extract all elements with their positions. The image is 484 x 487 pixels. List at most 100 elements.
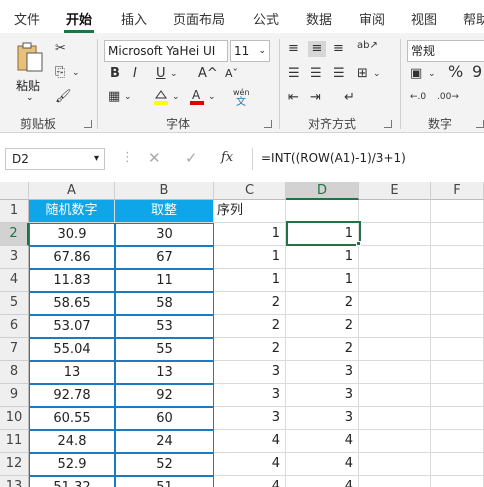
font-launcher-icon[interactable] — [264, 120, 272, 128]
row-header-2[interactable]: 2 — [0, 223, 29, 246]
cell-a2[interactable]: 30.9 — [29, 223, 115, 246]
grow-font-button[interactable]: A^ — [198, 66, 218, 82]
cell-e7[interactable] — [359, 338, 431, 361]
fill-color-dropdown-icon[interactable]: ⌄ — [172, 89, 180, 105]
increase-indent-icon[interactable]: ⇥ — [310, 90, 321, 106]
formula-input[interactable]: =INT((ROW(A1)-1)/3+1) — [252, 148, 484, 170]
cell-d8[interactable]: 3 — [286, 361, 359, 384]
borders-dropdown-icon[interactable]: ⌄ — [124, 89, 132, 105]
cell-f4[interactable] — [431, 269, 484, 292]
cell-a4[interactable]: 11.83 — [29, 269, 115, 292]
copy-icon[interactable]: ⎘ — [55, 65, 65, 81]
tab-formulas[interactable]: 公式 — [253, 9, 279, 28]
cell-d10[interactable]: 3 — [286, 407, 359, 430]
cell-d4[interactable]: 1 — [286, 269, 359, 292]
cell-b13[interactable]: 51 — [115, 476, 214, 487]
cell-a10[interactable]: 60.55 — [29, 407, 115, 430]
cell-d5[interactable]: 2 — [286, 292, 359, 315]
cell-c13[interactable]: 4 — [214, 476, 286, 487]
cell-c12[interactable]: 4 — [214, 453, 286, 476]
cell-e5[interactable] — [359, 292, 431, 315]
cell-b8[interactable]: 13 — [115, 361, 214, 384]
number-launcher-icon[interactable] — [476, 120, 484, 128]
clipboard-launcher-icon[interactable] — [84, 120, 92, 128]
fill-color-icon[interactable] — [152, 88, 170, 106]
cell-f5[interactable] — [431, 292, 484, 315]
cell-c7[interactable]: 2 — [214, 338, 286, 361]
cell-b10[interactable]: 60 — [115, 407, 214, 430]
row-header-12[interactable]: 12 — [0, 453, 29, 476]
cell-a12[interactable]: 52.9 — [29, 453, 115, 476]
orientation-icon[interactable]: ab↗ — [357, 38, 378, 54]
cell-f10[interactable] — [431, 407, 484, 430]
cell-b1[interactable]: 取整 — [115, 200, 214, 223]
row-header-6[interactable]: 6 — [0, 315, 29, 338]
copy-dropdown-icon[interactable]: ⌄ — [72, 65, 80, 81]
tab-help[interactable]: 帮助 — [463, 9, 484, 28]
cell-a5[interactable]: 58.65 — [29, 292, 115, 315]
row-header-8[interactable]: 8 — [0, 361, 29, 384]
name-box[interactable]: D2 ▾ — [5, 148, 105, 170]
cell-f3[interactable] — [431, 246, 484, 269]
align-left-icon[interactable]: ☰ — [288, 66, 300, 82]
font-name-select[interactable]: Microsoft YaHei UI — [104, 40, 228, 62]
cell-c8[interactable]: 3 — [214, 361, 286, 384]
cell-f13[interactable] — [431, 476, 484, 487]
tab-view[interactable]: 视图 — [411, 9, 437, 28]
cell-f7[interactable] — [431, 338, 484, 361]
cell-d6[interactable]: 2 — [286, 315, 359, 338]
row-header-5[interactable]: 5 — [0, 292, 29, 315]
cell-e10[interactable] — [359, 407, 431, 430]
bottom-align-icon[interactable]: ≡ — [333, 41, 344, 57]
cell-e6[interactable] — [359, 315, 431, 338]
font-color-icon[interactable]: A — [188, 88, 206, 106]
cell-b12[interactable]: 52 — [115, 453, 214, 476]
percent-button[interactable]: % — [448, 64, 463, 80]
cell-d9[interactable]: 3 — [286, 384, 359, 407]
tab-review[interactable]: 审阅 — [359, 9, 385, 28]
tab-home[interactable]: 开始 — [66, 9, 92, 28]
cell-c6[interactable]: 2 — [214, 315, 286, 338]
format-painter-icon[interactable]: 🖌 — [55, 89, 72, 105]
cell-f1[interactable] — [431, 200, 484, 223]
row-header-10[interactable]: 10 — [0, 407, 29, 430]
select-all-corner[interactable] — [0, 182, 29, 200]
row-header-7[interactable]: 7 — [0, 338, 29, 361]
cell-d13[interactable]: 4 — [286, 476, 359, 487]
cell-c2[interactable]: 1 — [214, 223, 286, 246]
decrease-decimal-icon[interactable]: .00→ — [437, 89, 459, 105]
cell-e9[interactable] — [359, 384, 431, 407]
cell-f12[interactable] — [431, 453, 484, 476]
align-center-icon[interactable]: ☰ — [310, 66, 322, 82]
underline-dropdown-icon[interactable]: ⌄ — [170, 66, 178, 82]
cell-b2[interactable]: 30 — [115, 223, 214, 246]
borders-icon[interactable]: ▦ — [108, 89, 120, 105]
merge-dropdown-icon[interactable]: ⌄ — [373, 66, 381, 82]
cell-a8[interactable]: 13 — [29, 361, 115, 384]
accounting-dropdown-icon[interactable]: ⌄ — [428, 66, 436, 82]
cell-c10[interactable]: 3 — [214, 407, 286, 430]
tab-data[interactable]: 数据 — [306, 9, 332, 28]
row-header-13[interactable]: 13 — [0, 476, 29, 487]
cut-icon[interactable]: ✂ — [55, 41, 66, 57]
number-format-select[interactable]: 常规 — [407, 40, 484, 62]
cell-d3[interactable]: 1 — [286, 246, 359, 269]
bold-button[interactable]: B — [110, 66, 120, 82]
accounting-format-icon[interactable]: ▣ — [410, 66, 422, 82]
insert-function-button[interactable]: fx — [221, 150, 233, 166]
underline-button[interactable]: U — [156, 66, 166, 82]
cell-e11[interactable] — [359, 430, 431, 453]
cell-b3[interactable]: 67 — [115, 246, 214, 269]
cell-c5[interactable]: 2 — [214, 292, 286, 315]
cell-b7[interactable]: 55 — [115, 338, 214, 361]
cell-d7[interactable]: 2 — [286, 338, 359, 361]
cell-a7[interactable]: 55.04 — [29, 338, 115, 361]
tab-file[interactable]: 文件 — [14, 9, 40, 28]
font-size-select[interactable]: 11 ⌄ — [230, 40, 270, 62]
tab-insert[interactable]: 插入 — [121, 9, 147, 28]
column-header-a[interactable]: A — [29, 182, 115, 200]
cell-b5[interactable]: 58 — [115, 292, 214, 315]
italic-button[interactable]: I — [133, 66, 137, 82]
row-header-9[interactable]: 9 — [0, 384, 29, 407]
cell-e4[interactable] — [359, 269, 431, 292]
